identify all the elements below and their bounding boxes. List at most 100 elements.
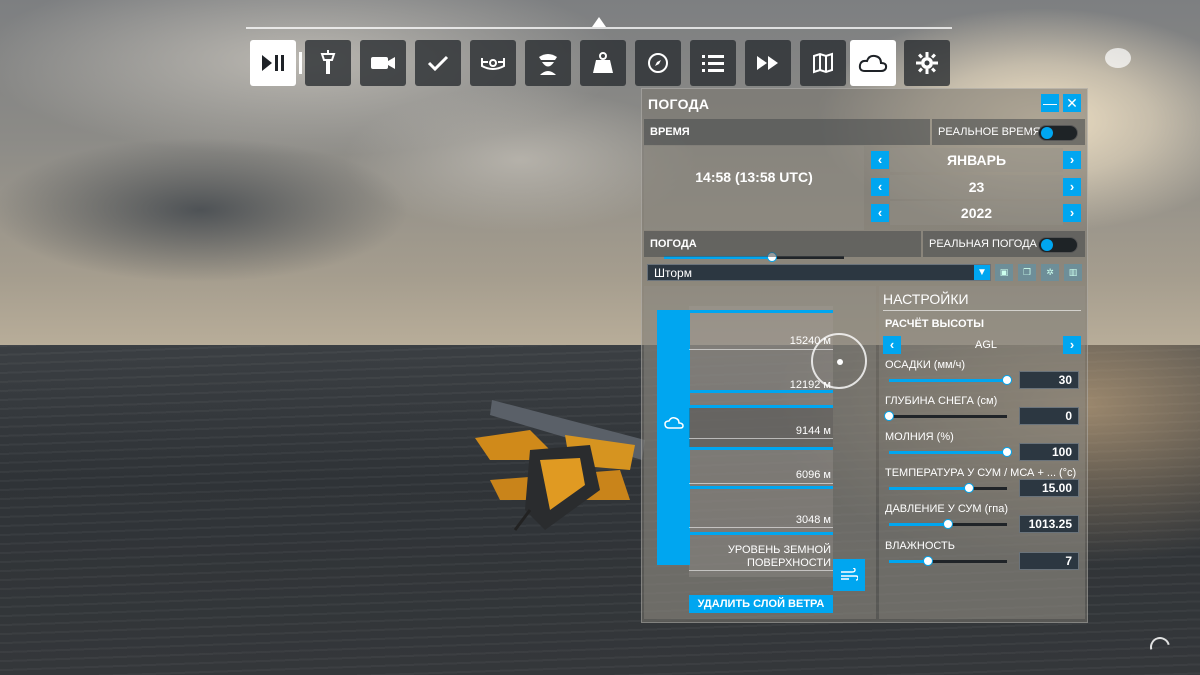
time-box: 14:58 (13:58 UTC) [644,146,864,262]
snow-depth-slider[interactable] [884,411,1007,421]
humidity-slider[interactable] [889,556,1007,566]
map-icon [813,52,833,74]
year-prev-button[interactable]: ‹ [871,204,889,222]
real-weather-toggle[interactable] [1038,237,1078,253]
controls-icon [481,58,505,70]
checklist-icon [427,55,449,72]
rename-preset-icon[interactable]: ✲ [1041,264,1059,281]
altitude-calc-prev-button[interactable]: ‹ [883,336,901,354]
layer-line-blue[interactable] [689,405,833,408]
altitude-label: 9144 м [795,425,831,437]
real-weather-label: РЕАЛЬНАЯ ПОГОДА [929,238,1037,250]
pause-play-button[interactable] [250,40,296,86]
year-row: ‹ 2022 › [868,201,1085,225]
camera-icon [371,57,395,69]
delete-preset-icon[interactable]: ▥ [1064,264,1082,281]
control-tower-icon [320,50,336,74]
layer-line-blue[interactable] [689,447,833,450]
settings-panel: НАСТРОЙКИ РАСЧЁТ ВЫСОТЫ ‹ AGL › ОСАДКИ (… [879,286,1085,619]
atc-button[interactable] [305,40,351,86]
toolbar-caret-icon[interactable] [592,17,606,27]
wind-layer-button[interactable] [833,559,865,591]
month-next-button[interactable]: › [1063,151,1081,169]
altitude-bar[interactable] [657,310,690,565]
settings-divider [883,310,1081,311]
lightning-slider-fill [889,451,1007,454]
weather-button[interactable] [850,40,896,86]
altitude-calc-next-button[interactable]: › [1063,336,1081,354]
copy-preset-icon[interactable]: ❐ [1018,264,1036,281]
snow-depth-slider-knob[interactable] [884,411,894,421]
toolbar-rail [246,27,952,29]
precipitation-input[interactable]: 30 [1019,371,1079,389]
month-prev-button[interactable]: ‹ [871,151,889,169]
save-preset-icon[interactable]: ▣ [995,264,1013,281]
chat-bubble-icon[interactable] [1105,48,1131,68]
precipitation-slider-fill [889,379,1007,382]
map-button[interactable] [800,40,846,86]
altitude-line [689,527,833,528]
pressure-slider-knob[interactable] [943,519,953,529]
fast-forward-icon [757,56,778,70]
precipitation-slider-knob[interactable] [1002,375,1012,385]
layer-line-blue[interactable] [689,532,833,535]
checklist-button[interactable] [415,40,461,86]
settings-button[interactable] [904,40,950,86]
snow-depth-input[interactable]: 0 [1019,407,1079,425]
temperature-slider-knob[interactable] [964,483,975,493]
close-button[interactable]: ✕ [1063,94,1081,112]
pilot-button[interactable] [525,40,571,86]
cloud-icon [858,54,888,72]
list-icon [702,55,724,72]
list-button[interactable] [690,40,736,86]
year-next-button[interactable]: › [1063,204,1081,222]
snow-depth-label: ГЛУБИНА СНЕГА (см) [885,395,998,407]
camera-button[interactable] [360,40,406,86]
altitude-line [689,483,833,484]
temperature-label: ТЕМПЕРАТУРА У СУМ / МСА + ... [885,467,1057,479]
real-time-toggle[interactable] [1038,125,1078,141]
layer-top-line[interactable] [689,310,833,313]
altitude-line [689,438,833,439]
wind-direction-dial[interactable] [811,333,867,389]
pressure-slider[interactable] [889,519,1007,529]
precipitation-label: ОСАДКИ (мм/ч) [885,359,966,371]
chevron-down-icon[interactable]: ▼ [974,265,990,280]
pilot-icon [539,54,557,75]
real-time-row: РЕАЛЬНОЕ ВРЕМЯ [932,119,1085,145]
navlog-button[interactable] [635,40,681,86]
fast-forward-button[interactable] [745,40,791,86]
real-weather-row: РЕАЛЬНАЯ ПОГОДА [923,231,1085,257]
precipitation-slider[interactable] [889,375,1012,385]
layers-panel: 15240 м 12192 м 9144 м 6096 м 3048 м УРО… [644,286,876,619]
lightning-slider[interactable] [889,447,1012,457]
wind-dial-dot[interactable] [837,359,843,365]
time-value: 14:58 (13:58 UTC) [695,169,813,185]
humidity-label: ВЛАЖНОСТЬ [885,540,955,552]
layer-line-blue[interactable] [689,486,833,489]
day-next-button[interactable]: › [1063,178,1081,196]
altitude-label: 3048 м [795,514,831,526]
temperature-slider[interactable] [889,483,1007,493]
ground-label-line1: УРОВЕНЬ ЗЕМНОЙ [727,544,831,556]
altitude-line [689,349,833,350]
humidity-input[interactable]: 7 [1019,552,1079,570]
cloud-layer-icon [664,417,684,429]
day-prev-button[interactable]: ‹ [871,178,889,196]
weather-panel: ПОГОДА — ✕ ВРЕМЯ РЕАЛЬНОЕ ВРЕМЯ 14:58 (1… [641,88,1088,623]
minimize-button[interactable]: — [1041,94,1059,112]
altitude-calc-row: ‹ AGL › [883,335,1081,355]
weather-preset-dropdown[interactable]: Шторм ▼ [647,264,991,281]
lightning-slider-knob[interactable] [1002,447,1012,457]
settings-gear-icon [916,52,938,74]
humidity-slider-knob[interactable] [922,556,933,566]
delete-wind-layer-button[interactable]: УДАЛИТЬ СЛОЙ ВЕТРА [689,595,833,613]
ground-label-line2: ПОВЕРХНОСТИ [746,557,831,569]
controls-button[interactable] [470,40,516,86]
lightning-input[interactable]: 100 [1019,443,1079,461]
temperature-input[interactable]: 15.00 [1019,479,1079,497]
panel-title: ПОГОДА [648,96,710,112]
weight-button[interactable] [580,40,626,86]
biplane-image [475,400,645,531]
pressure-input[interactable]: 1013.25 [1019,515,1079,533]
